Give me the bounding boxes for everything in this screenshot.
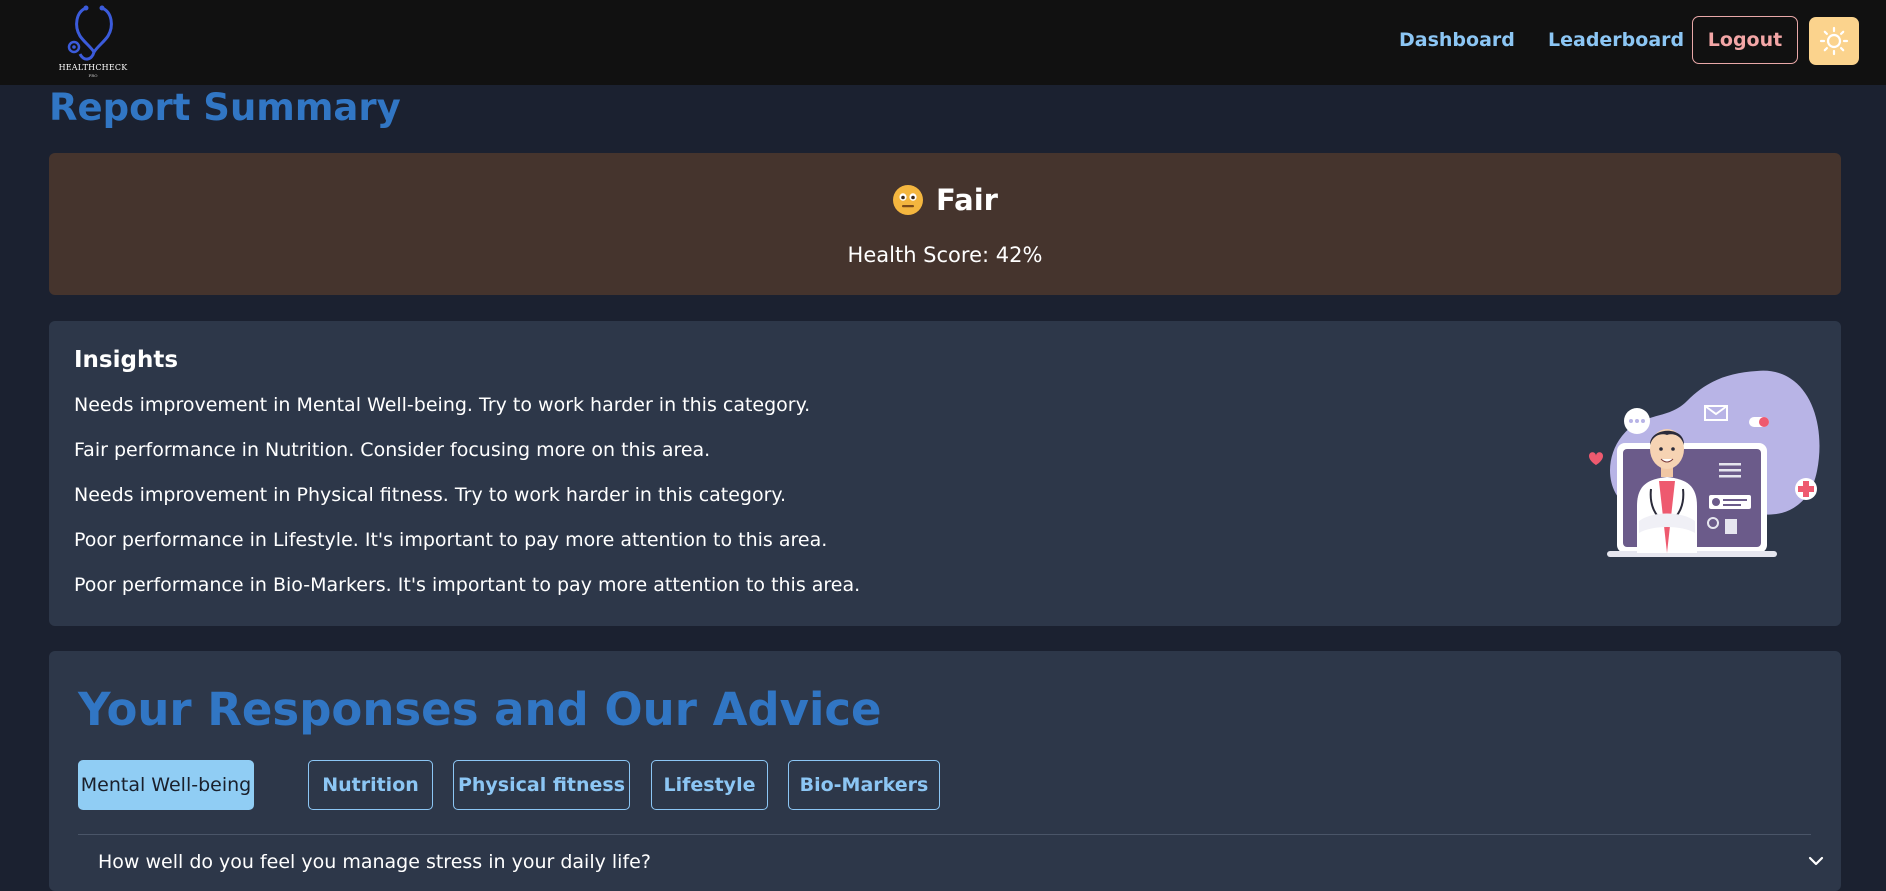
question-accordion-item[interactable]: How well do you feel you manage stress i… (78, 835, 1824, 891)
status-row: Fair (49, 183, 1841, 217)
tab-mental-well-being[interactable]: Mental Well-being (78, 760, 254, 810)
health-summary-card: Fair Health Score: 42% (49, 153, 1841, 295)
insight-item: Needs improvement in Physical fitness. T… (74, 484, 787, 506)
doctor-illustration (1589, 370, 1820, 557)
advice-section: Your Responses and Our Advice Mental Wel… (49, 651, 1841, 891)
tab-nutrition[interactable]: Nutrition (308, 760, 433, 810)
health-status-label: Fair (936, 183, 998, 217)
nav-leaderboard-link[interactable]: Leaderboard (1548, 29, 1684, 51)
question-text: How well do you feel you manage stress i… (98, 851, 651, 873)
health-score-text: Health Score: 42% (847, 243, 1043, 267)
nav-dashboard-link[interactable]: Dashboard (1399, 29, 1515, 51)
insight-item: Fair performance in Nutrition. Consider … (74, 439, 711, 461)
sun-icon (1819, 26, 1849, 56)
tab-lifestyle[interactable]: Lifestyle (651, 760, 768, 810)
tab-physical-fitness[interactable]: Physical fitness (453, 760, 630, 810)
insight-item: Poor performance in Bio-Markers. It's im… (74, 574, 861, 596)
insights-card: Insights Needs improvement in Mental Wel… (49, 321, 1841, 626)
chevron-down-icon (1808, 856, 1824, 866)
page-title: Report Summary (49, 86, 401, 129)
neutral-face-emoji-icon (893, 185, 924, 215)
logout-button[interactable]: Logout (1692, 16, 1798, 64)
logo-text: HEALTHCHECK (58, 63, 128, 72)
logo-subtext: PRO (88, 73, 98, 78)
tab-bio-markers[interactable]: Bio-Markers (788, 760, 940, 810)
theme-toggle-button[interactable] (1809, 17, 1859, 65)
insights-title: Insights (74, 347, 179, 373)
top-navbar: HEALTHCHECK PRO Dashboard Leaderboard Lo… (0, 0, 1886, 85)
advice-title: Your Responses and Our Advice (78, 683, 882, 736)
insight-item: Poor performance in Lifestyle. It's impo… (74, 529, 828, 551)
insight-item: Needs improvement in Mental Well-being. … (74, 394, 811, 416)
